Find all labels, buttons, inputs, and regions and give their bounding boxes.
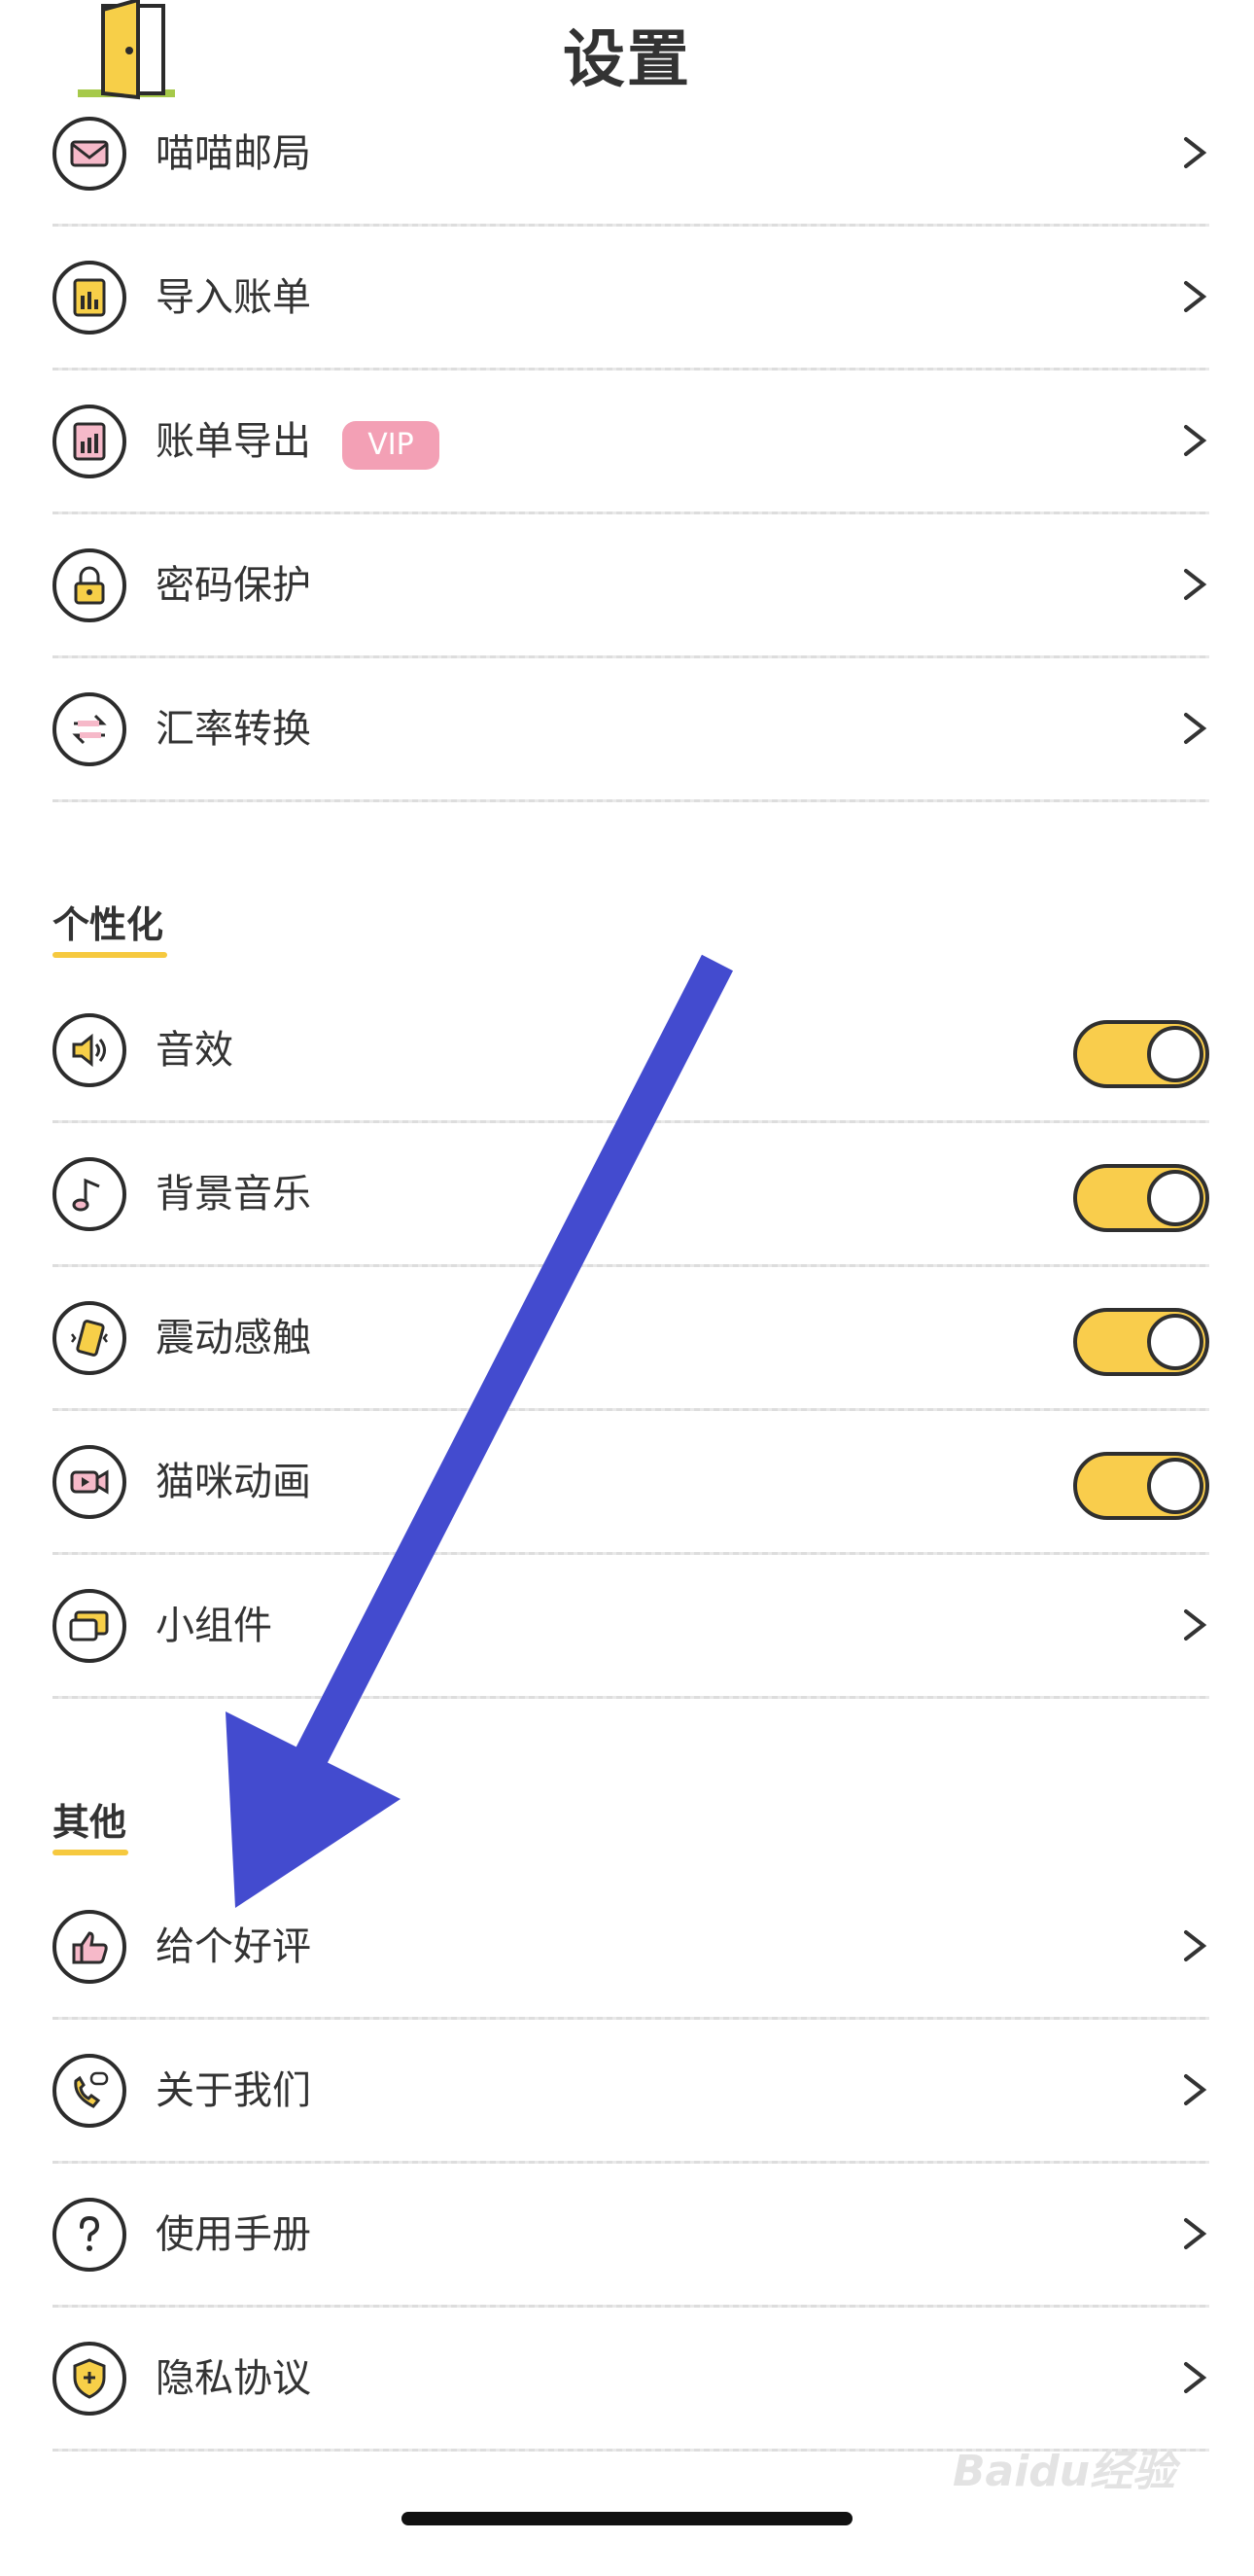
exchange-icon bbox=[52, 692, 126, 766]
settings-item-label: 震动感触 bbox=[156, 1316, 311, 1360]
settings-item-label: 给个好评 bbox=[156, 1924, 311, 1969]
chevron-right-icon bbox=[1180, 555, 1209, 614]
music-note-icon bbox=[52, 1157, 126, 1231]
toggle-knob bbox=[1147, 1170, 1203, 1226]
export-bill-icon bbox=[52, 405, 126, 478]
background-music-toggle[interactable] bbox=[1073, 1164, 1209, 1232]
question-mark-icon bbox=[52, 2198, 126, 2272]
vibration-phone-icon bbox=[52, 1301, 126, 1375]
section-underline bbox=[52, 952, 167, 958]
settings-item-label: 账单导出 bbox=[156, 419, 311, 464]
chevron-right-icon bbox=[1180, 1596, 1209, 1654]
settings-item-rate-us[interactable]: 给个好评 bbox=[52, 1874, 1209, 2020]
settings-item-label: 使用手册 bbox=[156, 2212, 311, 2257]
settings-item-cat-animation: 猫咪动画 bbox=[52, 1409, 1209, 1555]
envelope-icon bbox=[52, 117, 126, 191]
settings-item-label: 喵喵邮局 bbox=[156, 131, 311, 176]
thumbs-up-icon bbox=[52, 1910, 126, 1984]
vibration-toggle[interactable] bbox=[1073, 1308, 1209, 1376]
lock-icon bbox=[52, 548, 126, 622]
import-bill-icon bbox=[52, 261, 126, 335]
sound-effects-toggle[interactable] bbox=[1073, 1020, 1209, 1088]
chevron-right-icon bbox=[1180, 2061, 1209, 2119]
settings-item-label: 隐私协议 bbox=[156, 2356, 311, 2401]
watermark: Baidu经验 bbox=[953, 2447, 1176, 2496]
settings-item-background-music: 背景音乐 bbox=[52, 1121, 1209, 1267]
settings-item-vibration: 震动感触 bbox=[52, 1265, 1209, 1411]
settings-item-mail[interactable]: 喵喵邮局 bbox=[52, 81, 1209, 227]
settings-item-password[interactable]: 密码保护 bbox=[52, 512, 1209, 658]
chevron-right-icon bbox=[1180, 2348, 1209, 2407]
chevron-right-icon bbox=[1180, 699, 1209, 758]
section-title-personalization: 个性化 bbox=[52, 895, 167, 958]
settings-item-about-us[interactable]: 关于我们 bbox=[52, 2018, 1209, 2164]
chevron-right-icon bbox=[1180, 124, 1209, 182]
settings-item-label: 汇率转换 bbox=[156, 707, 311, 752]
chevron-right-icon bbox=[1180, 2205, 1209, 2263]
toggle-knob bbox=[1147, 1458, 1203, 1514]
settings-item-label: 密码保护 bbox=[156, 563, 311, 608]
settings-item-user-manual[interactable]: 使用手册 bbox=[52, 2162, 1209, 2308]
toggle-knob bbox=[1147, 1314, 1203, 1370]
toggle-knob bbox=[1147, 1026, 1203, 1082]
settings-item-label: 关于我们 bbox=[156, 2068, 311, 2113]
settings-item-exchange-rate[interactable]: 汇率转换 bbox=[52, 656, 1209, 802]
settings-item-sound-effects: 音效 bbox=[52, 977, 1209, 1123]
settings-item-label: 小组件 bbox=[156, 1604, 272, 1648]
phone-chat-icon bbox=[52, 2054, 126, 2128]
divider bbox=[52, 1696, 1209, 1699]
chevron-right-icon bbox=[1180, 1917, 1209, 1975]
settings-item-export-bill[interactable]: 账单导出 VIP bbox=[52, 369, 1209, 514]
settings-item-label: 音效 bbox=[156, 1028, 233, 1073]
section-title-text: 其他 bbox=[52, 1801, 127, 1844]
section-title-text: 个性化 bbox=[52, 903, 164, 946]
chevron-right-icon bbox=[1180, 267, 1209, 326]
widget-icon bbox=[52, 1589, 126, 1663]
section-title-other: 其他 bbox=[52, 1792, 128, 1855]
speaker-icon bbox=[52, 1013, 126, 1087]
settings-item-label: 背景音乐 bbox=[156, 1172, 311, 1217]
settings-item-label: 猫咪动画 bbox=[156, 1460, 311, 1504]
cat-animation-toggle[interactable] bbox=[1073, 1452, 1209, 1520]
vip-badge: VIP bbox=[342, 421, 439, 470]
section-underline bbox=[52, 1850, 128, 1855]
settings-item-privacy-policy[interactable]: 隐私协议 bbox=[52, 2306, 1209, 2452]
settings-item-label: 导入账单 bbox=[156, 275, 311, 320]
chevron-right-icon bbox=[1180, 411, 1209, 470]
video-camera-icon bbox=[52, 1445, 126, 1519]
settings-item-import-bill[interactable]: 导入账单 bbox=[52, 225, 1209, 371]
divider bbox=[52, 799, 1209, 802]
home-indicator[interactable] bbox=[401, 2512, 853, 2525]
shield-icon bbox=[52, 2342, 126, 2416]
settings-item-widgets[interactable]: 小组件 bbox=[52, 1553, 1209, 1699]
